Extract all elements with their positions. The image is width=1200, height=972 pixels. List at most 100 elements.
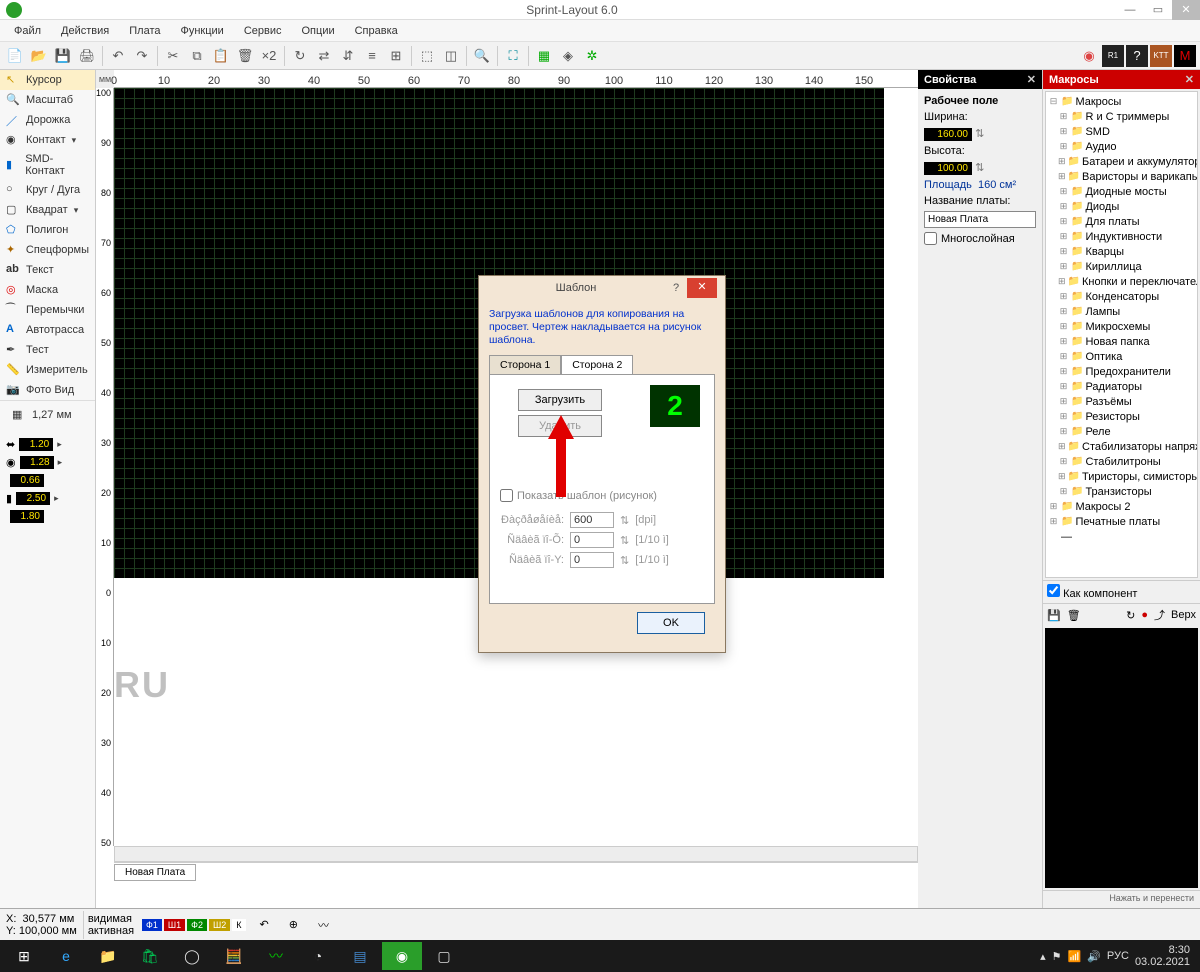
tree-node[interactable]: ⊞📁Разъёмы [1046,394,1197,409]
close-button[interactable]: ✕ [1172,0,1200,20]
tool-cursor[interactable]: ↖Курсор [0,70,95,90]
tree-node[interactable]: ⊞📁Конденсаторы [1046,289,1197,304]
macros-delete-icon[interactable]: 🗑 [1067,609,1081,622]
tb-rec-icon[interactable]: ◉ [1078,45,1100,67]
tree-node[interactable]: ⊟📁Макросы [1046,94,1197,109]
tool-photo[interactable]: 📷Фото Вид [0,380,95,400]
tool-autoroute[interactable]: AАвтотрасса [0,320,95,340]
ok-button[interactable]: OK [637,612,705,634]
tray-vol-icon[interactable]: 🔊 [1087,950,1101,963]
menu-help[interactable]: Справка [345,23,408,39]
tool-measure[interactable]: 📏Измеритель [0,360,95,380]
tb-macros-icon[interactable]: ✲ [581,45,603,67]
tb-drc-icon[interactable]: ◈ [557,45,579,67]
param-track[interactable]: ⬌1.20▸ [6,435,89,453]
tool-text[interactable]: abТекст [0,260,95,280]
menu-edit[interactable]: Действия [51,23,119,39]
multilayer-checkbox[interactable] [924,232,937,245]
calc-icon[interactable]: 🧮 [214,942,254,970]
start-icon[interactable]: ⊞ [4,942,44,970]
tb-open-icon[interactable]: 📂 [28,45,50,67]
tree-node[interactable]: ⊞📁Радиаторы [1046,379,1197,394]
tool-jumper[interactable]: ⁀Перемычки [0,300,95,320]
chrome-icon[interactable]: ◯ [172,942,212,970]
panel-close-icon[interactable]: ✕ [1185,73,1194,86]
tray-flag-icon[interactable]: ⚑ [1052,950,1062,963]
layer-chip[interactable]: Ш2 [209,919,230,931]
tab-side2[interactable]: Сторона 2 [561,355,633,374]
macros-up-icon[interactable]: ⤴ [1154,607,1165,623]
tb-ktt-icon[interactable]: KTT [1150,45,1172,67]
menu-service[interactable]: Сервис [234,23,292,39]
tree-node[interactable]: ⊞📁Стабилизаторы напряжени [1046,439,1197,454]
tb-m-icon[interactable]: M [1174,45,1196,67]
props-multilayer[interactable]: Многослойная [924,232,1036,245]
tree-node[interactable]: ⊞📁Варисторы и варикапы [1046,169,1197,184]
tb-x2-icon[interactable]: ×2 [258,45,280,67]
tray-net-icon[interactable]: 📶 [1068,950,1082,963]
tb-mirror-h-icon[interactable]: ⇄ [313,45,335,67]
tree-node[interactable]: ⊞📁SMD [1046,124,1197,139]
tree-node[interactable]: ⊞📁Кнопки и переключатели [1046,274,1197,289]
tool-pad[interactable]: ◉Контакт▾ [0,130,95,150]
macros-tree[interactable]: ⊟📁Макросы⊞📁R и C триммеры⊞📁SMD⊞📁Аудио⊞📁Б… [1045,91,1198,578]
dialog-help-icon[interactable]: ? [665,282,687,294]
wave-icon[interactable]: 〰 [256,942,296,970]
tb-zoom-icon[interactable]: 🔍 [471,45,493,67]
tree-node[interactable]: ⊞📁Тиристоры, симисторы [1046,469,1197,484]
macros-rotate-icon[interactable]: ↻ [1126,609,1135,622]
tree-node[interactable]: ⊞📁Резисторы [1046,409,1197,424]
load-button[interactable]: Загрузить [518,389,602,411]
tool-polygon[interactable]: ⬠Полигон [0,220,95,240]
tb-group-icon[interactable]: ⬚ [416,45,438,67]
tree-node[interactable]: ⊞📁Диодные мосты [1046,184,1197,199]
tool-test[interactable]: ✒Тест [0,340,95,360]
offset-x-input[interactable] [570,532,614,548]
explorer-icon[interactable]: 📁 [88,942,128,970]
tool-shapes[interactable]: ✦Спецформы [0,240,95,260]
grid-selector[interactable]: ▦1,27 мм [6,405,89,425]
tree-node[interactable]: ⊞📁Диоды [1046,199,1197,214]
tb-crop-icon[interactable]: ⛶ [502,45,524,67]
menu-functions[interactable]: Функции [170,23,233,39]
layer-chip[interactable]: К [232,919,245,931]
show-template[interactable]: Показать шаблон (рисунок) [500,489,704,502]
tree-node[interactable]: ⊞📁Кварцы [1046,244,1197,259]
tree-node[interactable]: ⊞📁Батареи и аккумуляторы [1046,154,1197,169]
tb-help-icon[interactable]: ? [1126,45,1148,67]
tree-node[interactable]: ⊞📁Новая папка [1046,334,1197,349]
tb-redo-icon[interactable]: ↷ [131,45,153,67]
minimize-button[interactable]: — [1116,0,1144,20]
panel-close-icon[interactable]: ✕ [1027,73,1036,86]
dialog-close-icon[interactable]: ✕ [687,278,717,298]
tree-node[interactable]: ⊞📁Печатные платы [1046,514,1197,529]
layer-indicators[interactable]: Ф1Ш1Ф2Ш2К [138,919,250,931]
tb-new-icon[interactable]: 📄 [4,45,26,67]
tree-node[interactable]: ⊞📁Для платы [1046,214,1197,229]
tab-side1[interactable]: Сторона 1 [489,355,561,374]
status-target-icon[interactable]: ⊕ [279,918,308,931]
sprint-icon[interactable]: ◉ [382,942,422,970]
tb-props-icon[interactable]: ▦ [533,45,555,67]
layer-chip[interactable]: Ш1 [164,919,185,931]
tb-print-icon[interactable]: 🖨 [76,45,98,67]
tray-lang[interactable]: РУС [1107,950,1129,962]
tree-node[interactable]: ⊞📁Кириллица [1046,259,1197,274]
tree-node[interactable]: ⊞📁Реле [1046,424,1197,439]
tb-snap-icon[interactable]: ⊞ [385,45,407,67]
app3-icon[interactable]: ▢ [424,942,464,970]
layer-chip[interactable]: Ф1 [142,919,162,931]
tb-rotate-icon[interactable]: ↻ [289,45,311,67]
tb-r1-icon[interactable]: R1 [1102,45,1124,67]
resolution-input[interactable] [570,512,614,528]
store-icon[interactable]: 🛍 [130,942,170,970]
tree-node[interactable]: ⊞📁Предохранители [1046,364,1197,379]
param-pad[interactable]: ◉1.28▸ [6,453,89,471]
menu-file[interactable]: Файл [4,23,51,39]
tree-node[interactable]: ⊞📁R и C триммеры [1046,109,1197,124]
tb-copy-icon[interactable]: ⧉ [186,45,208,67]
ie-icon[interactable]: e [46,942,86,970]
status-curve-icon[interactable]: 〰 [308,917,339,933]
tree-node[interactable]: ⊞📁Лампы [1046,304,1197,319]
tool-rect[interactable]: ▢Квадрат▾ [0,200,95,220]
